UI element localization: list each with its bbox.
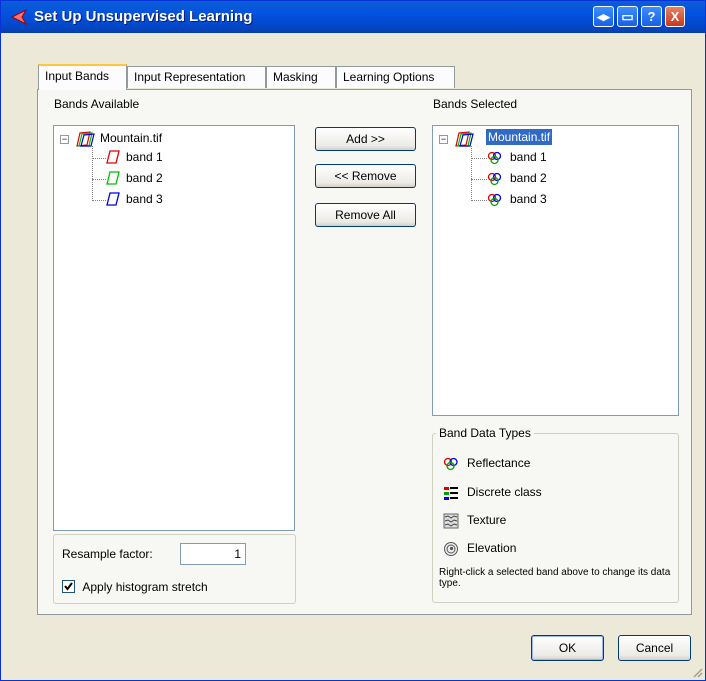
remove-button[interactable]: << Remove — [315, 164, 416, 188]
band-3-icon — [106, 192, 120, 206]
tab-masking[interactable]: Masking — [266, 66, 336, 88]
title-bar[interactable]: Set Up Unsupervised Learning ◂▸ ▭ ? X — [1, 1, 705, 33]
window-title: Set Up Unsupervised Learning — [34, 8, 253, 25]
add-button[interactable]: Add >> — [315, 127, 416, 151]
right-band-2[interactable]: band 2 — [510, 169, 547, 187]
tab-learning-options[interactable]: Learning Options — [336, 66, 455, 88]
texture-label: Texture — [467, 513, 507, 527]
tab-input-representation[interactable]: Input Representation — [127, 66, 266, 88]
elevation-icon — [444, 541, 458, 556]
restore-arrows-button[interactable]: ◂▸ — [593, 6, 614, 27]
resample-factor-label: Resample factor: — [62, 547, 153, 561]
cancel-button[interactable]: Cancel — [618, 635, 691, 661]
discrete-class-icon — [444, 486, 458, 500]
left-band-3[interactable]: band 3 — [126, 190, 163, 208]
reflectance-icon — [487, 151, 502, 165]
bands-selected-label: Bands Selected — [433, 97, 518, 111]
histogram-stretch-label: Apply histogram stretch — [82, 579, 208, 594]
elevation-row: Elevation — [443, 539, 516, 557]
left-band-2[interactable]: band 2 — [126, 169, 163, 187]
multiband-image-icon — [76, 131, 95, 147]
minimize-button[interactable]: ▭ — [617, 6, 638, 27]
band-2-icon — [106, 171, 120, 185]
tab-input-bands[interactable]: Input Bands — [38, 64, 127, 90]
ok-button[interactable]: OK — [531, 635, 604, 661]
checkmark-icon — [64, 582, 73, 591]
reflectance-icon — [487, 193, 502, 207]
left-root-label[interactable]: Mountain.tif — [100, 129, 162, 147]
texture-icon — [443, 513, 459, 529]
band-data-types-title: Band Data Types — [436, 426, 534, 440]
bands-available-label: Bands Available — [54, 97, 140, 111]
resize-grip-icon[interactable] — [691, 666, 703, 678]
right-root-label[interactable]: Mountain.tif — [486, 129, 553, 145]
resample-factor-input[interactable]: 1 — [180, 543, 246, 565]
close-button[interactable]: X — [665, 6, 685, 27]
left-band-1[interactable]: band 1 — [126, 148, 163, 166]
band-1-icon — [106, 150, 120, 164]
discrete-class-row: Discrete class — [443, 483, 542, 501]
right-band-3[interactable]: band 3 — [510, 190, 547, 208]
histogram-stretch-checkbox[interactable] — [62, 580, 75, 594]
app-icon — [10, 9, 28, 25]
elevation-label: Elevation — [467, 541, 517, 555]
reflectance-icon — [487, 172, 502, 186]
bands-available-list[interactable]: − Mountain.tif band 1 band 2 band 3 — [53, 125, 295, 531]
collapse-icon[interactable]: − — [439, 135, 448, 144]
reflectance-icon — [443, 457, 458, 470]
texture-row: Texture — [443, 511, 506, 529]
band-data-types-group: Band Data Types Reflectance Discrete cla… — [432, 426, 679, 603]
histogram-stretch-row[interactable]: Apply histogram stretch — [62, 579, 208, 594]
reflectance-row: Reflectance — [443, 454, 530, 472]
remove-all-button[interactable]: Remove All — [315, 203, 416, 227]
right-band-1[interactable]: band 1 — [510, 148, 547, 166]
dialog-window: Set Up Unsupervised Learning ◂▸ ▭ ? X In… — [0, 0, 706, 681]
multiband-image-icon — [455, 131, 474, 147]
discrete-class-label: Discrete class — [467, 485, 542, 499]
bands-selected-list[interactable]: − Mountain.tif band 1 band 2 band 3 — [432, 125, 679, 416]
data-type-hint: Right-click a selected band above to cha… — [439, 567, 671, 589]
collapse-icon[interactable]: − — [60, 135, 69, 144]
help-button[interactable]: ? — [641, 6, 662, 27]
resample-group: Resample factor: 1 Apply histogram stret… — [53, 534, 296, 604]
reflectance-label: Reflectance — [467, 456, 531, 470]
